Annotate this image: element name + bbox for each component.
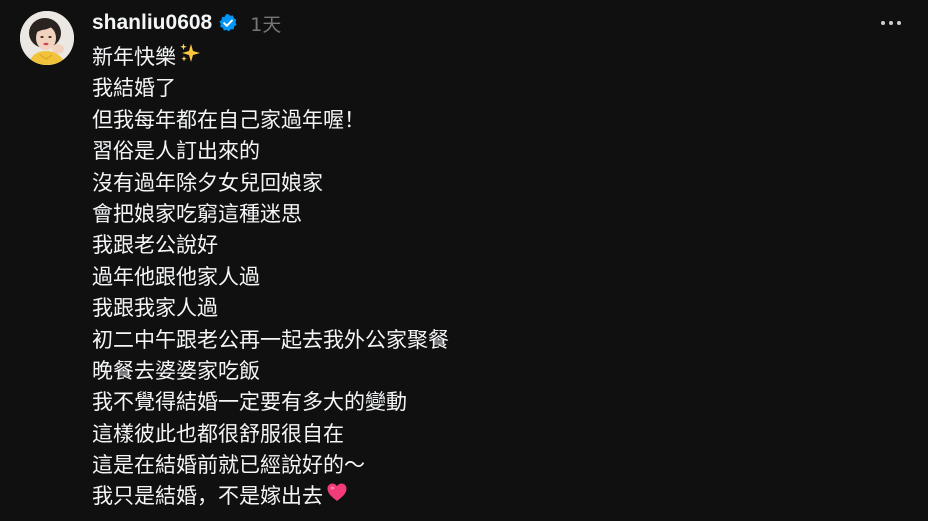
avatar-image — [20, 11, 74, 65]
more-options-icon — [889, 21, 893, 25]
post-text-line: 這樣彼此也都很舒服很自在 — [92, 419, 892, 450]
post-text-line: 過年他跟他家人過 — [92, 262, 892, 293]
post-text-line: 沒有過年除夕女兒回娘家 — [92, 168, 892, 199]
post-text: 我不覺得結婚一定要有多大的變動 — [92, 390, 407, 415]
post-text: 會把娘家吃窮這種迷思 — [92, 201, 302, 226]
post-text-line: 我只是結婚，不是嫁出去 — [92, 481, 892, 512]
post-text-line: 但我每年都在自己家過年喔！ — [92, 105, 892, 136]
post-header: shanliu0608 1天 — [92, 8, 281, 38]
post-text-line: 初二中午跟老公再一起去我外公家聚餐 — [92, 325, 892, 356]
post-text: 這是在結婚前就已經說好的～ — [92, 453, 365, 478]
post-text: 我結婚了 — [92, 76, 176, 101]
verified-badge-icon — [218, 13, 238, 33]
post-text: 這樣彼此也都很舒服很自在 — [92, 421, 344, 446]
post-timestamp[interactable]: 1天 — [250, 10, 281, 37]
post-text: 我只是結婚，不是嫁出去 — [92, 484, 323, 509]
post-text-line: 晚餐去婆婆家吃飯 — [92, 356, 892, 387]
post-body: 新年快樂 我結婚了 但我每年都在自己家過年喔！ 習俗是人訂出來的 沒有過年除夕女… — [92, 42, 892, 513]
avatar[interactable] — [20, 11, 74, 65]
threads-post: shanliu0608 1天 新年快樂 我結婚了 但我每年都在自己家過年喔！ 習… — [0, 0, 928, 521]
post-text: 新年快樂 — [92, 45, 176, 69]
post-text: 晚餐去婆婆家吃飯 — [92, 358, 260, 383]
post-text-line: 習俗是人訂出來的 — [92, 136, 892, 167]
post-text-line: 這是在結婚前就已經說好的～ — [92, 450, 892, 481]
post-text-line: 我結婚了 — [92, 73, 892, 104]
more-options-icon — [881, 21, 885, 25]
post-text: 沒有過年除夕女兒回娘家 — [92, 170, 323, 195]
post-text-line: 我跟我家人過 — [92, 293, 892, 324]
more-options-button[interactable] — [874, 8, 908, 38]
post-text: 習俗是人訂出來的 — [92, 139, 260, 164]
more-options-icon — [897, 21, 901, 25]
post-text: 過年他跟他家人過 — [92, 264, 260, 289]
post-text: 但我每年都在自己家過年喔！ — [92, 107, 365, 132]
post-text-line: 會把娘家吃窮這種迷思 — [92, 199, 892, 230]
username[interactable]: shanliu0608 — [92, 11, 212, 35]
post-text-line: 我跟老公說好 — [92, 230, 892, 261]
post-text: 我跟老公說好 — [92, 233, 218, 258]
post-text-line: 我不覺得結婚一定要有多大的變動 — [92, 387, 892, 418]
heart-icon — [325, 480, 349, 513]
post-text-line: 新年快樂 — [92, 42, 892, 73]
post-text: 初二中午跟老公再一起去我外公家聚餐 — [92, 327, 449, 352]
sparkles-icon — [178, 41, 202, 74]
post-text: 我跟我家人過 — [92, 296, 218, 321]
